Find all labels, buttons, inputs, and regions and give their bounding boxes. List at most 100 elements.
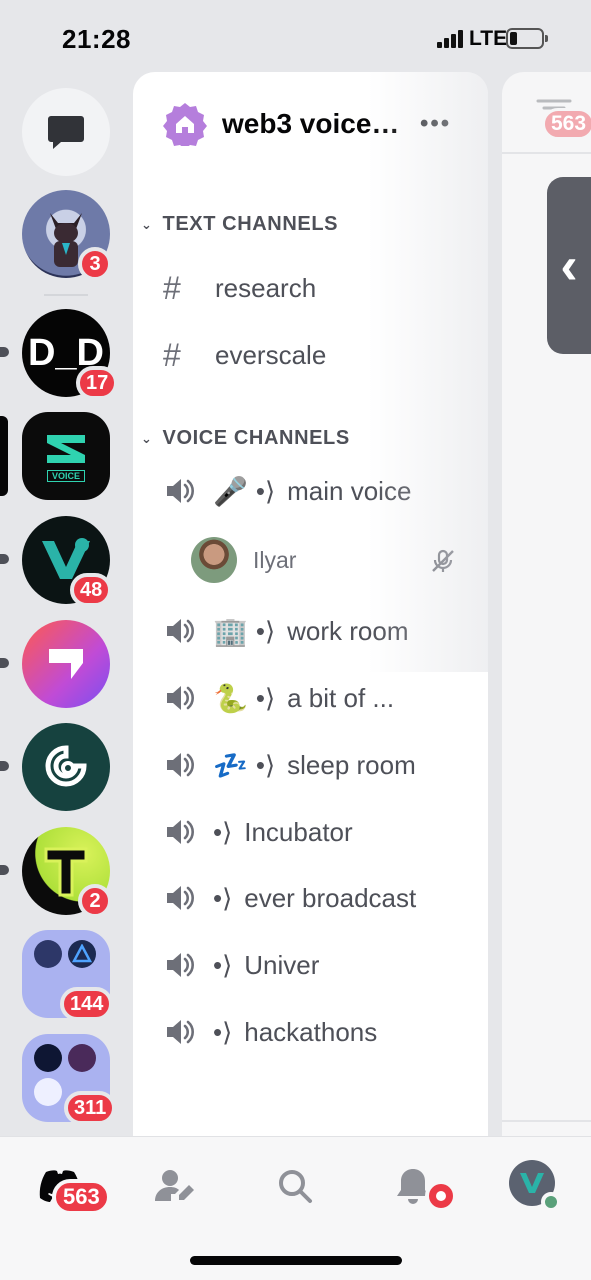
friends-icon bbox=[155, 1170, 194, 1201]
chevron-left-icon: ‹ bbox=[560, 236, 578, 295]
guild-folder-1[interactable]: 144 bbox=[22, 930, 114, 1021]
avatar bbox=[191, 537, 237, 583]
hash-icon: # bbox=[163, 269, 181, 306]
voice-channel-work-room[interactable]: 🏢 •⟩ work room bbox=[163, 605, 408, 657]
hash-icon: # bbox=[163, 336, 181, 373]
battery-icon bbox=[506, 28, 548, 49]
channel-label: Univer bbox=[244, 949, 320, 980]
category-voice-channels[interactable]: ⌄ VOICE CHANNELS bbox=[141, 427, 350, 450]
selected-pill bbox=[0, 416, 8, 496]
direct-messages-button[interactable] bbox=[22, 88, 110, 176]
chat-bubble-icon bbox=[48, 116, 84, 149]
profile-avatar-icon bbox=[520, 1173, 544, 1193]
channel-label: a bit of ... bbox=[287, 682, 395, 713]
channel-prefix: •⟩ bbox=[213, 949, 233, 980]
unread-pill bbox=[0, 761, 9, 771]
guild-rail: 3 D_D 17 VOICE 48 2 144 311 bbox=[0, 72, 132, 1136]
home-indicator bbox=[190, 1256, 402, 1265]
channel-panel: web3 voice… ••• ⌄ TEXT CHANNELS # resear… bbox=[133, 72, 488, 1136]
guild-badge: 144 bbox=[60, 987, 114, 1021]
voice-channel-sleep-room[interactable]: 💤 •⟩ sleep room bbox=[163, 739, 416, 791]
channel-emoji: 🏢 bbox=[213, 615, 248, 647]
channel-label: everscale bbox=[215, 339, 327, 370]
guild-arrow-server[interactable] bbox=[0, 620, 110, 708]
speaker-icon bbox=[167, 479, 194, 503]
notification-dot bbox=[425, 1180, 457, 1212]
helmet-server-icon bbox=[22, 723, 110, 811]
speaker-icon bbox=[167, 753, 194, 777]
channel-prefix: •⟩ bbox=[213, 1016, 233, 1047]
speaker-icon bbox=[167, 953, 194, 977]
chevron-down-icon: ⌄ bbox=[141, 216, 153, 232]
guild-v-server[interactable]: 48 bbox=[0, 516, 113, 607]
guild-folder-2[interactable]: 311 bbox=[22, 1034, 117, 1125]
voice-channel-incubator[interactable]: •⟩ Incubator bbox=[163, 806, 353, 858]
voice-server-icon: VOICE bbox=[22, 412, 110, 500]
voice-channel-ever-broadcast[interactable]: •⟩ ever broadcast bbox=[163, 872, 416, 924]
guild-badge: 311 bbox=[64, 1091, 117, 1125]
speaker-icon bbox=[167, 820, 194, 844]
voice-channel-a-bit-of[interactable]: 🐍 •⟩ a bit of ... bbox=[163, 672, 394, 724]
network-label: LTE bbox=[469, 27, 508, 50]
mic-muted-icon bbox=[432, 549, 454, 572]
guild-helmet-server[interactable] bbox=[0, 723, 110, 811]
voice-channel-main-voice[interactable]: 🎤 •⟩ main voice bbox=[163, 465, 411, 517]
voice-user-name: Ilyar bbox=[253, 546, 297, 573]
channel-prefix: •⟩ bbox=[255, 749, 276, 780]
guild-d-d-server[interactable]: D_D 17 bbox=[0, 309, 119, 400]
channel-emoji: 🎤 bbox=[213, 475, 248, 507]
channel-label: hackathons bbox=[244, 1016, 378, 1047]
voice-channel-hackathons[interactable]: •⟩ hackathons bbox=[163, 1006, 377, 1058]
speaker-icon bbox=[167, 1020, 194, 1044]
tab-friends[interactable] bbox=[145, 1161, 205, 1211]
channel-emoji: 💤 bbox=[213, 749, 248, 781]
unread-pill bbox=[0, 865, 9, 875]
server-home-icon bbox=[163, 103, 207, 146]
channel-prefix: •⟩ bbox=[255, 615, 276, 646]
guild-badge: 48 bbox=[70, 573, 113, 607]
speaker-icon bbox=[167, 619, 194, 643]
channel-prefix: •⟩ bbox=[213, 816, 233, 847]
guild-voice-server[interactable]: VOICE bbox=[0, 412, 110, 500]
server-name[interactable]: web3 voice… bbox=[222, 108, 399, 140]
channel-label: sleep room bbox=[287, 749, 416, 780]
guild-cat-server[interactable]: 3 bbox=[22, 190, 112, 281]
drawer-handle[interactable]: ‹ bbox=[547, 177, 591, 354]
guild-t-server[interactable]: 2 bbox=[0, 827, 112, 918]
server-more-button[interactable]: ••• bbox=[420, 110, 451, 138]
channel-label: main voice bbox=[287, 475, 412, 506]
unread-pill bbox=[0, 347, 9, 357]
arrow-server-icon bbox=[22, 620, 110, 708]
home-badge: 563 bbox=[52, 1179, 111, 1215]
peek-badge: 563 bbox=[542, 108, 591, 140]
tab-profile[interactable] bbox=[509, 1160, 561, 1212]
channel-research[interactable]: # research bbox=[163, 262, 316, 314]
channel-label: research bbox=[215, 272, 317, 303]
status-time: 21:28 bbox=[62, 24, 131, 54]
unread-pill bbox=[0, 554, 9, 564]
guild-badge: 3 bbox=[78, 247, 112, 281]
signal-icon bbox=[437, 30, 463, 48]
tab-search[interactable] bbox=[265, 1161, 325, 1211]
status-bar: 21:28 LTE bbox=[0, 0, 591, 72]
guild-badge: 2 bbox=[78, 884, 112, 918]
online-status-dot bbox=[541, 1192, 561, 1212]
voice-channel-univer[interactable]: •⟩ Univer bbox=[163, 939, 319, 991]
channel-everscale[interactable]: # everscale bbox=[163, 329, 326, 381]
search-icon bbox=[279, 1170, 312, 1203]
channel-emoji: 🐍 bbox=[213, 682, 248, 714]
channel-label: ever broadcast bbox=[244, 882, 417, 913]
category-text-channels[interactable]: ⌄ TEXT CHANNELS bbox=[141, 213, 338, 236]
speaker-icon bbox=[167, 686, 194, 710]
channel-label: Incubator bbox=[244, 816, 353, 847]
channel-prefix: •⟩ bbox=[213, 882, 233, 913]
channel-prefix: •⟩ bbox=[255, 682, 276, 713]
unread-pill bbox=[0, 658, 9, 668]
guild-badge: 17 bbox=[76, 366, 119, 400]
divider bbox=[502, 152, 591, 154]
voice-server-label: VOICE bbox=[46, 469, 85, 482]
channel-label: work room bbox=[287, 615, 409, 646]
chevron-down-icon: ⌄ bbox=[141, 430, 153, 446]
speaker-icon bbox=[167, 886, 194, 910]
voice-user-ilyar[interactable]: Ilyar bbox=[191, 536, 296, 584]
